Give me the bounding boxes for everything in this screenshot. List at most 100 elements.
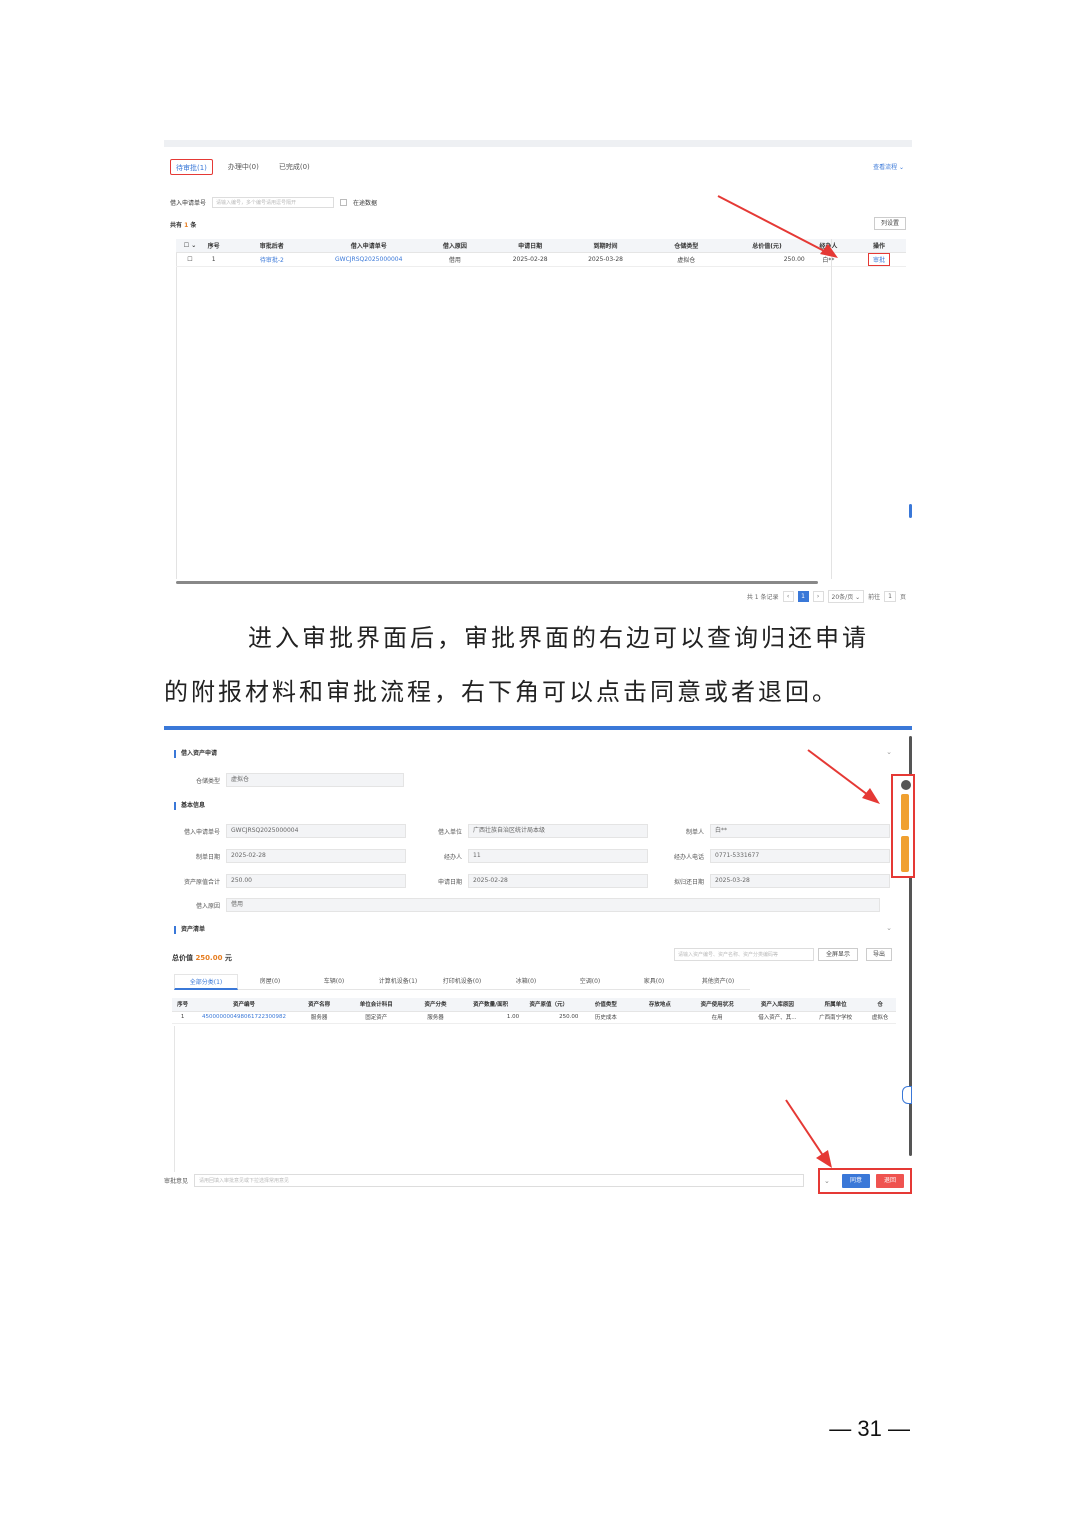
in-transit-checkbox[interactable] [340, 199, 348, 206]
table-border [174, 1026, 175, 1172]
tab-vehicle[interactable]: 车辆(0) [302, 974, 366, 990]
phone-label: 经办人电话 [673, 853, 704, 861]
cell-unit: 广西南宁学校 [807, 1011, 865, 1024]
fullscreen-button[interactable]: 全屏显示 [818, 948, 858, 961]
row-checkbox[interactable]: ☐ [176, 252, 204, 267]
asset-search-input[interactable]: 请输入资产编号、资产名称、资产分类编码等 [674, 948, 814, 961]
page-size-value: 20条/页 [831, 594, 854, 601]
tab-all[interactable]: 全部分类(1) [174, 974, 238, 990]
handler-field[interactable]: 11 [468, 849, 648, 863]
return-button[interactable]: 退回 [875, 1174, 904, 1188]
tab-house[interactable]: 房屋(0) [238, 974, 302, 990]
horizontal-scrollbar[interactable] [176, 581, 818, 584]
cell-quantity: 1.00 [462, 1011, 520, 1024]
table-header-row: ☐ ⌄ 序号 审批后者 借入申请单号 借入原因 申请日期 到期时间 仓储类型 总… [176, 239, 906, 253]
tab-other[interactable]: 其他资产(0) [686, 974, 750, 990]
approval-flow-tab[interactable] [901, 836, 909, 872]
tab-computer[interactable]: 计算机设备(1) [366, 974, 430, 990]
col-header: 资产名称 [294, 998, 344, 1012]
attachment-tab[interactable] [901, 794, 909, 830]
total-amount: 250.00 [195, 954, 223, 962]
cell-account: 固定资产 [343, 1011, 410, 1024]
pending-table: ☐ ⌄ 序号 审批后者 借入申请单号 借入原因 申请日期 到期时间 仓储类型 总… [176, 239, 906, 267]
section-basic: 基本信息 [174, 802, 205, 810]
table-row[interactable]: 1 450000000498061722300982 服务器 固定资产 服务器 … [172, 1011, 896, 1024]
tab-fridge[interactable]: 冰箱(0) [494, 974, 558, 990]
total-prefix: 总价值 [172, 954, 193, 962]
goto-page-input[interactable]: 1 [884, 591, 896, 602]
section-assets: 资产清单 [174, 926, 205, 934]
cell-asset-no[interactable]: 450000000498061722300982 [193, 1011, 295, 1024]
export-button[interactable]: 导出 [866, 948, 892, 961]
cell-apply-no[interactable]: GWCJRSQ2025000004 [320, 252, 418, 267]
column-settings-button[interactable]: 列设置 [874, 217, 906, 230]
storage-type-select[interactable]: 虚拟仓 [226, 773, 404, 787]
col-header: 资产入库原因 [747, 998, 808, 1012]
return-date-field[interactable]: 2025-03-28 [710, 874, 890, 888]
tab-aircon[interactable]: 空调(0) [558, 974, 622, 990]
body-text-line-2: 的附报材料和审批流程，右下角可以点击同意或者退回。 [164, 678, 839, 706]
agree-button[interactable]: 同意 [841, 1174, 870, 1188]
apply-no-search-input[interactable]: 请输入编号，多个编号请用逗号隔开 [212, 197, 335, 208]
action-buttons: ⌄ 同意 退回 [818, 1168, 912, 1194]
col-header: 价值类型 [578, 998, 634, 1012]
col-header: 申请日期 [492, 239, 568, 253]
form-row-1: 借入申请单号 GWCJRSQ2025000004 借入单位 广西壮族自治区统计局… [164, 824, 890, 838]
cell-warehouse: 虚拟仓 [864, 1011, 896, 1024]
total-unit: 元 [224, 954, 232, 962]
asset-category-tabs: 全部分类(1) 房屋(0) 车辆(0) 计算机设备(1) 打印机设备(0) 冰箱… [174, 974, 750, 990]
tab-in-progress[interactable]: 办理中(0) [223, 159, 264, 175]
close-icon[interactable] [901, 780, 911, 790]
col-header: 资产数量/面积 [462, 998, 520, 1012]
total-label: 资产原值合计 [183, 878, 220, 886]
col-header: 资产分类 [409, 998, 462, 1012]
handler-label: 经办人 [443, 853, 462, 861]
view-flow-link[interactable]: 查看流程 ⌄ [873, 162, 904, 171]
col-header: 经办人 [804, 239, 853, 253]
collapse-icon[interactable]: ⌄ [886, 924, 892, 932]
cell-approver[interactable]: 待审批-2 [223, 252, 321, 267]
filter-label: 借入申请单号 [170, 200, 207, 207]
total-value: 总价值 250.00 元 [172, 953, 232, 963]
tab-furniture[interactable]: 家具(0) [622, 974, 686, 990]
col-header: 仓 [864, 998, 896, 1012]
col-header: 所属单位 [807, 998, 865, 1012]
cell-total-value: 250.00 [729, 252, 805, 267]
storage-type-label: 仓储类型 [195, 777, 220, 785]
collapse-icon[interactable]: ⌄ [886, 748, 892, 756]
prev-page-icon[interactable]: ‹ [782, 591, 794, 602]
phone-field[interactable]: 0771-5331677 [710, 849, 890, 863]
pager-total: 共 1 条记录 [746, 594, 779, 601]
count-suffix: 条 [190, 222, 197, 229]
cell-reason: 借用 [417, 252, 493, 267]
col-header: 存放地点 [633, 998, 687, 1012]
select-all-checkbox[interactable]: ☐ ⌄ [176, 239, 204, 253]
red-arrow-icon [807, 749, 880, 804]
col-header: 资产编号 [193, 998, 295, 1012]
tab-pending[interactable]: 待审批(1) [170, 159, 213, 175]
count-value: 1 [184, 222, 189, 229]
tab-completed[interactable]: 已完成(0) [274, 159, 315, 175]
cell-storage-type: 虚拟仓 [643, 252, 730, 267]
date-field[interactable]: 2025-02-28 [226, 849, 406, 863]
apply-date-field[interactable]: 2025-02-28 [468, 874, 648, 888]
col-header: 借入原因 [417, 239, 493, 253]
next-page-icon[interactable]: › [812, 591, 824, 602]
approve-button[interactable]: 审批 [868, 252, 891, 266]
opinion-input[interactable]: 请用回填入审批意见或下拉选择常用意见 [194, 1174, 805, 1187]
page-current[interactable]: 1 [797, 591, 809, 602]
tab-printer[interactable]: 打印机设备(0) [430, 974, 494, 990]
cell-original-value: 250.00 [519, 1011, 579, 1024]
side-handle[interactable] [909, 504, 912, 518]
reason-field[interactable]: 借用 [226, 898, 880, 912]
table-border [176, 239, 177, 579]
assistant-icon[interactable] [902, 1086, 912, 1104]
col-header: 借入申请单号 [320, 239, 418, 253]
apply-no-field: GWCJRSQ2025000004 [226, 824, 406, 838]
borrow-unit-label: 借入单位 [437, 828, 462, 836]
in-transit-label: 在途数据 [353, 200, 378, 207]
page-size-select[interactable]: 20条/页 ⌄ [827, 590, 865, 603]
opinion-row: 审批意见 请用回填入审批意见或下拉选择常用意见 [164, 1174, 805, 1187]
table-row[interactable]: ☐ 1 待审批-2 GWCJRSQ2025000004 借用 2025-02-2… [176, 252, 906, 267]
menu-icon[interactable]: ⌄ [820, 1177, 830, 1185]
